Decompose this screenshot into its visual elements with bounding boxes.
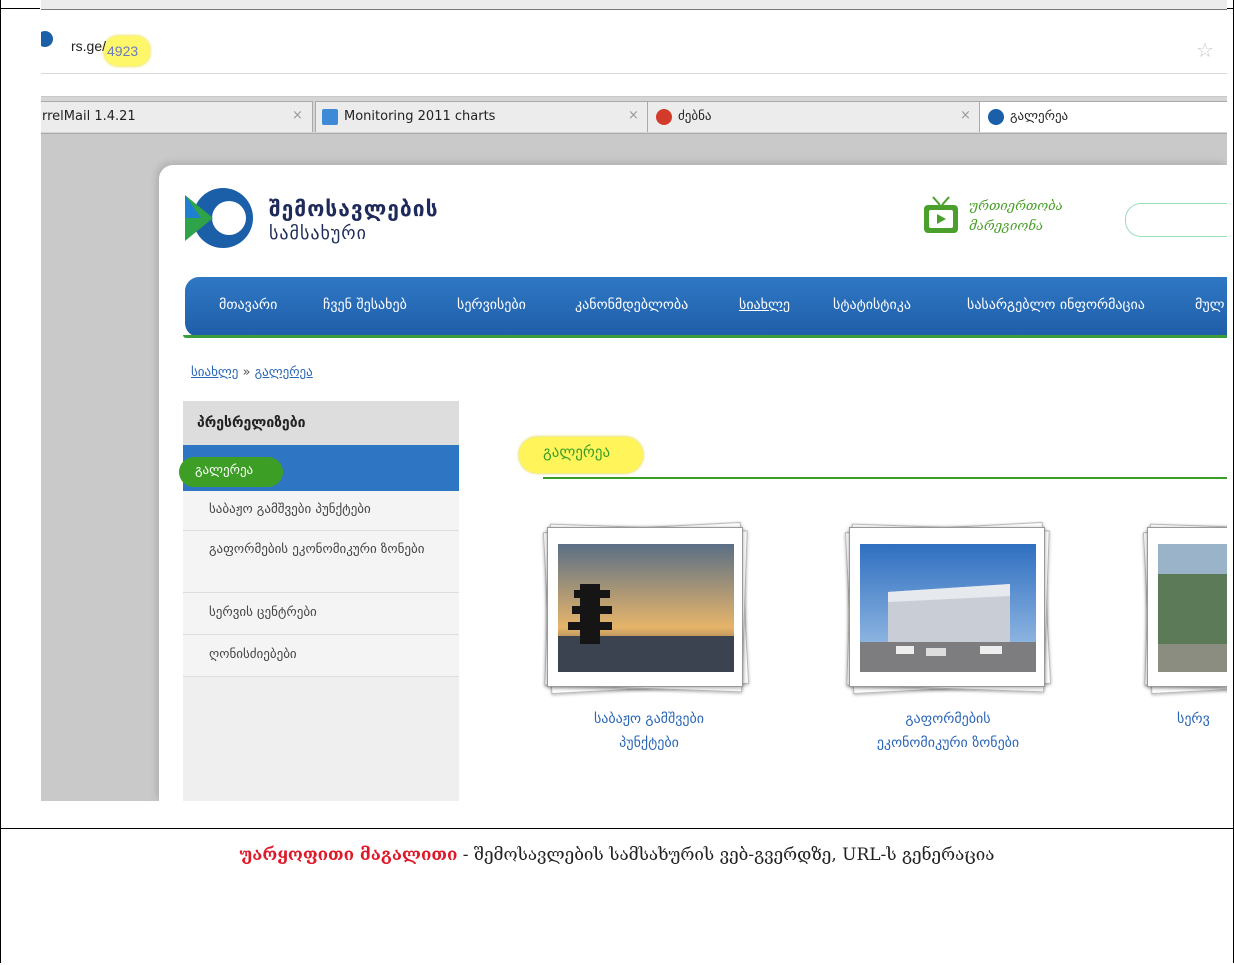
revenue-service-logo-icon[interactable] <box>183 183 253 253</box>
sidebar-item-label: გაფორმების ეკონომიკური ზონები <box>209 542 425 557</box>
nav-item-about[interactable]: ჩვენ შესახებ <box>323 297 407 313</box>
tab-close-icon[interactable]: × <box>628 108 639 123</box>
site-search-input[interactable] <box>1125 203 1227 237</box>
breadcrumb-current-link[interactable]: გალერეა <box>255 365 313 380</box>
caption-line: პუნქტები <box>619 735 679 751</box>
figure-caption: უარყოფითი მაგალითი - შემოსავლების სამსახ… <box>0 845 1234 865</box>
sidebar-item-service-centers[interactable]: სერვის ცენტრები <box>183 593 459 635</box>
tab-close-icon[interactable]: × <box>960 108 971 123</box>
nav-item-services[interactable]: სერვისები <box>457 297 526 313</box>
address-bar-row: rs.ge/ 4923 ☆ <box>41 10 1227 96</box>
caption-highlight: უარყოფითი მაგალითი <box>239 845 458 865</box>
photo-frame <box>849 527 1045 687</box>
office-photo <box>1158 544 1227 672</box>
document-icon <box>322 109 338 125</box>
tv-icon[interactable] <box>923 195 959 235</box>
gallery-content: გალერეა საბაჟო გამშვები პუნქტები გაფორმე… <box>459 401 1227 801</box>
logo-title-line1: შემოსავლების <box>269 197 439 221</box>
frame-line <box>1226 8 1234 9</box>
tab-monitoring[interactable]: Monitoring 2011 charts × <box>315 101 649 132</box>
url-path-number: 4923 <box>107 43 139 59</box>
breadcrumb-separator: » <box>242 365 251 380</box>
gallery-photo-service-centers[interactable] <box>1142 521 1227 695</box>
browser-menubar <box>41 0 1227 10</box>
caption-line: სერვ <box>1177 711 1210 727</box>
tv-label-line1[interactable]: ურთიერთობა <box>969 199 1063 214</box>
nav-item-useful-info[interactable]: სასარგებლო ინფორმაცია <box>967 297 1145 313</box>
address-bar-url[interactable]: rs.ge/ <box>71 38 106 54</box>
nav-item-home[interactable]: მთავარი <box>219 297 277 313</box>
tab-close-icon[interactable]: × <box>292 108 303 123</box>
nav-item-legislation[interactable]: კანონმდებლობა <box>575 297 688 313</box>
sidebar-item-customs-points[interactable]: საბაჟო გამშვები პუნქტები <box>183 491 459 531</box>
sidebar-item-label: საბაჟო გამშვები პუნქტები <box>209 502 371 517</box>
sidebar-header-label: პრესრელიზები <box>197 415 306 431</box>
sidebar-item-events[interactable]: ღონისძიებები <box>183 635 459 677</box>
breadcrumb-home-link[interactable]: სიახლე <box>191 365 238 380</box>
frame-line <box>0 8 40 9</box>
logo-title-line2: სამსახური <box>269 223 367 244</box>
gallery-photo-customs[interactable] <box>542 521 750 695</box>
sidebar-item-label: სერვის ცენტრები <box>209 605 317 620</box>
website-page: შემოსავლების სამსახური ურთიერთობა მარეგი… <box>159 165 1227 801</box>
browser-screenshot: rs.ge/ 4923 ☆ rrelMail 1.4.21 × Monitori… <box>41 0 1227 801</box>
blocked-icon <box>656 109 672 125</box>
photo-frame <box>547 527 743 687</box>
tab-search[interactable]: ძებნა × <box>647 101 981 132</box>
tab-label: rrelMail 1.4.21 <box>42 109 136 124</box>
tab-gallery[interactable]: გალერეა <box>979 101 1227 132</box>
bookmark-star-icon[interactable]: ☆ <box>1196 38 1214 62</box>
tab-label: Monitoring 2011 charts <box>344 109 496 124</box>
tv-label-line2[interactable]: მარეგიონა <box>969 219 1043 234</box>
site-favicon-icon <box>41 31 53 47</box>
tab-rrelmail[interactable]: rrelMail 1.4.21 × <box>41 101 313 132</box>
tab-label: ძებნა <box>678 109 712 124</box>
caption-line: საბაჟო გამშვები <box>593 711 705 727</box>
caption-line: ეკონომიკური ზონები <box>876 735 1020 751</box>
sidebar-header[interactable]: პრესრელიზები <box>183 401 459 445</box>
sunset-photo <box>558 544 734 672</box>
nav-item-news[interactable]: სიახლე <box>739 297 790 313</box>
frame-divider <box>0 828 1234 829</box>
nav-underline <box>183 335 1227 338</box>
photo-caption[interactable]: საბაჟო გამშვები პუნქტები <box>555 707 743 755</box>
site-favicon-icon <box>988 109 1004 125</box>
building-photo <box>860 544 1036 672</box>
photo-caption[interactable]: გაფორმების ეკონომიკური ზონები <box>843 707 1053 755</box>
photo-frame <box>1147 527 1227 687</box>
caption-line: გაფორმების <box>905 711 991 727</box>
sidebar-item-label: ღონისძიებები <box>209 647 297 662</box>
tab-label: გალერეა <box>1010 109 1069 124</box>
photo-caption[interactable]: სერვ <box>1177 707 1227 731</box>
caption-text: - შემოსავლების სამსახურის ვებ-გვერდზე, U… <box>457 845 995 865</box>
main-nav: მთავარი ჩვენ შესახებ სერვისები კანონმდებ… <box>185 277 1227 337</box>
sidebar: პრესრელიზები გალერეა საბაჟო გამშვები პუნ… <box>179 401 459 801</box>
tab-bar: rrelMail 1.4.21 × Monitoring 2011 charts… <box>41 97 1227 134</box>
nav-item-more[interactable]: მულ <box>1195 297 1225 313</box>
gallery-title: გალერეა <box>543 443 611 461</box>
breadcrumb: სიახლე » გალერეა <box>191 365 313 380</box>
gallery-title-underline <box>543 477 1227 479</box>
gallery-photo-economic-zones[interactable] <box>844 521 1052 695</box>
nav-item-statistics[interactable]: სტატისტიკა <box>833 297 911 313</box>
divider <box>41 73 1227 74</box>
sidebar-item-economic-zones[interactable]: გაფორმების ეკონომიკური ზონები <box>183 531 459 593</box>
sidebar-item-label: გალერეა <box>195 463 254 478</box>
